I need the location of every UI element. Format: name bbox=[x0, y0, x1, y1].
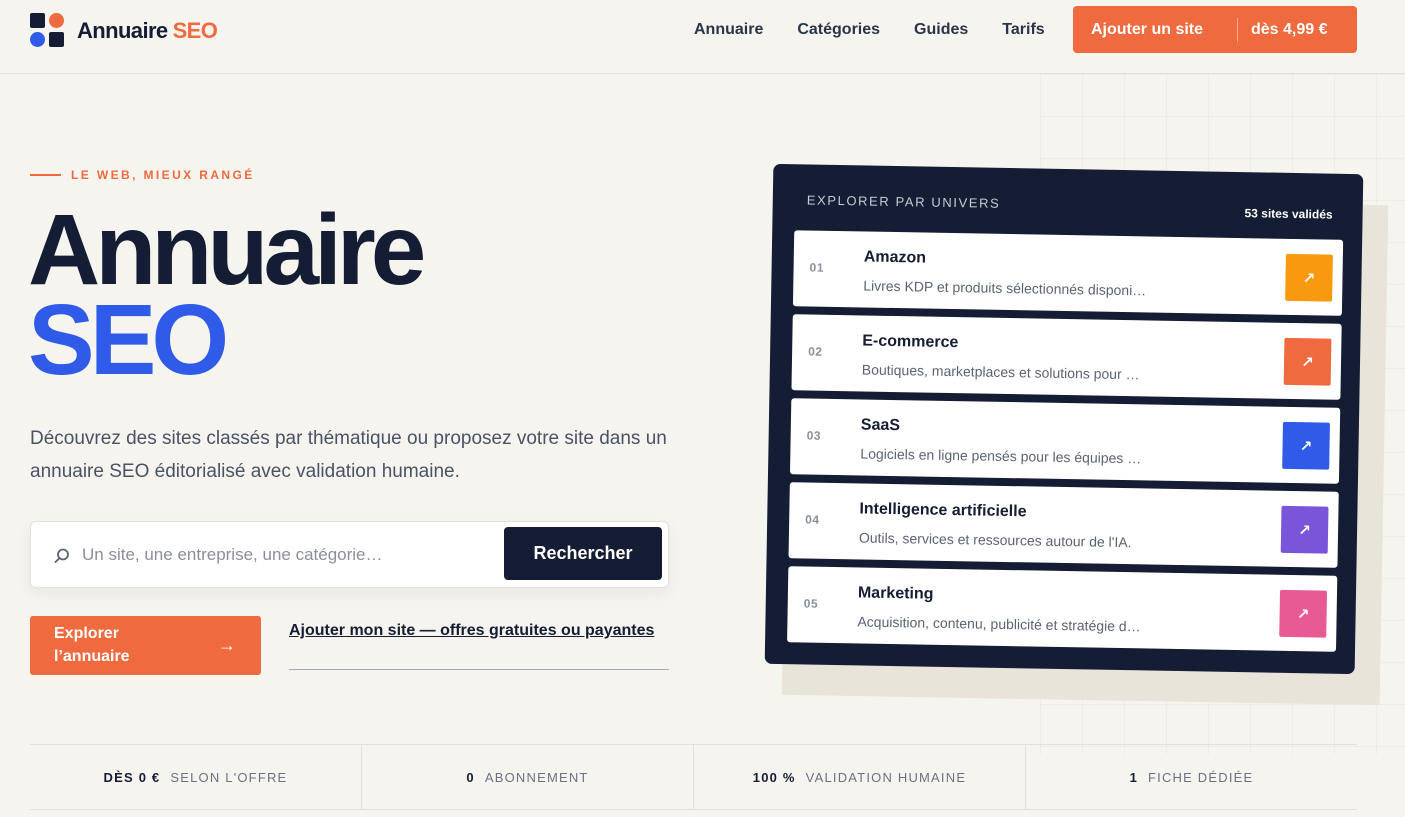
stat-subscription: 0 ABONNEMENT bbox=[362, 745, 694, 809]
add-my-site-link[interactable]: Ajouter mon site — offres gratuites ou p… bbox=[289, 619, 669, 670]
category-name: Marketing bbox=[857, 584, 934, 603]
site-logo[interactable]: Annuaire SEO bbox=[30, 13, 218, 48]
nav-link-categories[interactable]: Catégories bbox=[797, 20, 880, 40]
stats-bar: DÈS 0 € SELON L'OFFRE 0 ABONNEMENT 100 %… bbox=[30, 744, 1357, 810]
arrow-up-right-icon[interactable]: ↗ bbox=[1279, 589, 1328, 638]
arrow-up-right-icon[interactable]: ↗ bbox=[1282, 421, 1330, 470]
stat-dedicated-page: 1 FICHE DÉDIÉE bbox=[1026, 745, 1357, 809]
category-description: Livres KDP et produits sélectionnés disp… bbox=[863, 277, 1147, 299]
search-button[interactable]: Rechercher bbox=[504, 527, 662, 580]
category-item-ecommerce[interactable]: 02 E-commerce Boutiques, marketplaces et… bbox=[791, 314, 1342, 400]
stat-value: DÈS 0 € bbox=[103, 769, 161, 785]
nav-link-tarifs[interactable]: Tarifs bbox=[1002, 20, 1044, 40]
category-number: 04 bbox=[805, 512, 820, 527]
stat-value: 0 bbox=[466, 769, 475, 785]
logo-text-accent: SEO bbox=[172, 17, 218, 43]
stat-label: FICHE DÉDIÉE bbox=[1148, 769, 1254, 785]
logo-text: Annuaire SEO bbox=[77, 17, 218, 44]
panel-heading: EXPLORER PAR UNIVERS bbox=[806, 192, 1001, 211]
nav-link-annuaire[interactable]: Annuaire bbox=[694, 20, 763, 40]
category-description: Outils, services et ressources autour de… bbox=[858, 529, 1132, 551]
search-input[interactable] bbox=[82, 540, 497, 570]
hero-title-line1: Annuaire bbox=[28, 194, 426, 306]
arrow-right-icon: → bbox=[218, 635, 236, 655]
category-name: Intelligence artificielle bbox=[859, 500, 1027, 521]
stat-label: VALIDATION HUMAINE bbox=[805, 769, 967, 785]
category-number: 05 bbox=[803, 596, 819, 611]
category-list: 01 Amazon Livres KDP et produits sélecti… bbox=[787, 230, 1344, 660]
search-icon bbox=[54, 548, 69, 563]
add-site-header-button[interactable]: Ajouter un site dès 4,99 € bbox=[1073, 6, 1357, 53]
main-nav: Annuaire Catégories Guides Tarifs bbox=[694, 20, 1079, 40]
stat-value: 100 % bbox=[752, 769, 796, 785]
site-header: Annuaire SEO Annuaire Catégories Guides T… bbox=[0, 0, 1405, 74]
category-item-amazon[interactable]: 01 Amazon Livres KDP et produits sélecti… bbox=[792, 230, 1344, 316]
validated-sites-count: 53 sites validés bbox=[1244, 206, 1333, 222]
category-number: 03 bbox=[806, 428, 822, 443]
category-name: SaaS bbox=[860, 416, 901, 435]
category-description: Acquisition, contenu, publicité et strat… bbox=[857, 613, 1141, 635]
category-number: 01 bbox=[809, 260, 825, 275]
arrow-up-right-icon[interactable]: ↗ bbox=[1280, 505, 1329, 554]
stat-value: 1 bbox=[1129, 769, 1138, 785]
arrow-up-right-icon[interactable]: ↗ bbox=[1283, 337, 1332, 386]
explore-directory-label: Explorer l’annuaire bbox=[54, 625, 130, 665]
hero-title-line2: SEO bbox=[28, 284, 229, 396]
stat-price: DÈS 0 € SELON L'OFFRE bbox=[30, 745, 362, 809]
arrow-up-right-icon[interactable]: ↗ bbox=[1285, 253, 1333, 302]
category-name: E-commerce bbox=[862, 332, 959, 352]
nav-link-guides[interactable]: Guides bbox=[914, 20, 968, 40]
category-description: Boutiques, marketplaces et solutions pou… bbox=[861, 361, 1140, 383]
hero-title: Annuaire SEO bbox=[28, 194, 426, 396]
category-name: Amazon bbox=[863, 248, 927, 267]
stat-label: ABONNEMENT bbox=[484, 769, 589, 785]
hero-description: Découvrez des sites classés par thématiq… bbox=[30, 428, 667, 482]
search-box: Rechercher bbox=[30, 521, 669, 588]
category-item-saas[interactable]: 03 SaaS Logiciels en ligne pensés pour l… bbox=[789, 398, 1341, 484]
category-panel: EXPLORER PAR UNIVERS 53 sites validés 01… bbox=[764, 163, 1364, 675]
logo-mark-icon bbox=[30, 13, 65, 48]
logo-text-main: Annuaire bbox=[77, 17, 168, 43]
category-item-marketing[interactable]: 05 Marketing Acquisition, contenu, publi… bbox=[787, 566, 1338, 652]
category-number: 02 bbox=[808, 344, 823, 359]
category-description: Logiciels en ligne pensés pour les équip… bbox=[860, 445, 1142, 467]
add-site-header-label: Ajouter un site bbox=[1091, 20, 1204, 38]
explore-directory-button[interactable]: Explorer l’annuaire → bbox=[30, 616, 261, 675]
add-site-header-price: dès 4,99 € bbox=[1251, 20, 1328, 38]
category-item-ai[interactable]: 04 Intelligence artificielle Outils, ser… bbox=[788, 482, 1339, 568]
stat-label: SELON L'OFFRE bbox=[170, 769, 288, 785]
stat-validation: 100 % VALIDATION HUMAINE bbox=[694, 745, 1026, 809]
hero-eyebrow: LE WEB, MIEUX RANGÉ bbox=[30, 168, 255, 182]
eyebrow-text: LE WEB, MIEUX RANGÉ bbox=[71, 168, 255, 182]
eyebrow-dash bbox=[30, 174, 61, 176]
